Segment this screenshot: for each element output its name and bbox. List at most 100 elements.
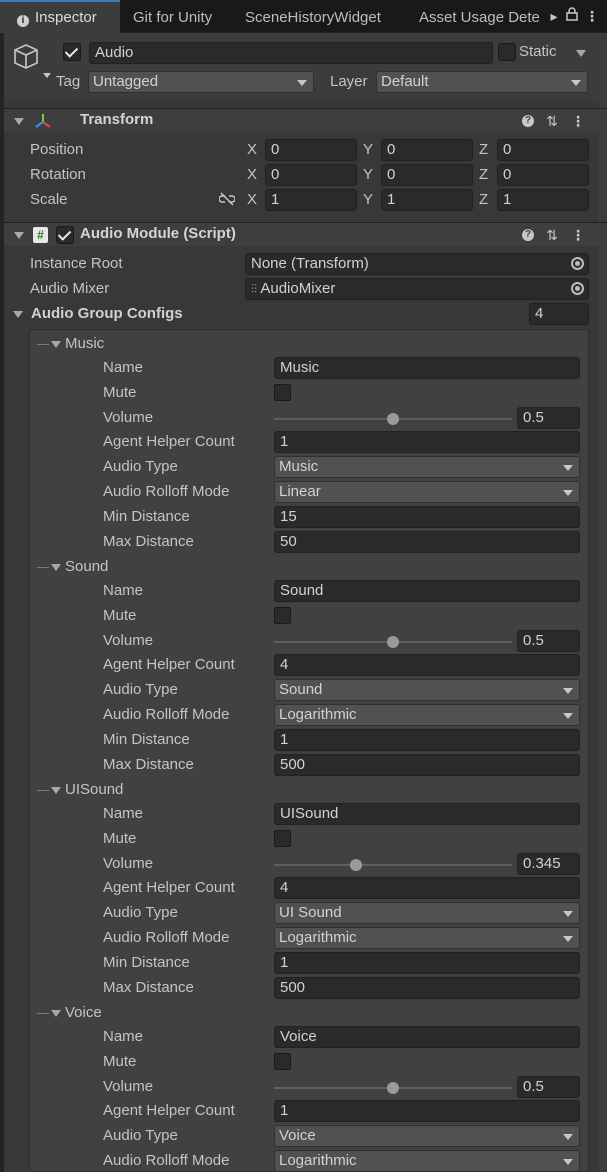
audio-module-foldout-icon[interactable] (14, 232, 24, 239)
kebab-menu-icon[interactable]: ⋮ (584, 7, 600, 25)
helper-field[interactable]: 4 (274, 877, 580, 899)
object-name-field[interactable]: Audio (89, 42, 493, 64)
helper-field[interactable]: 1 (274, 431, 580, 453)
transform-z-field[interactable]: 1 (497, 189, 589, 211)
transform-y-field[interactable]: 1 (381, 189, 473, 211)
group-title[interactable]: Voice (65, 1003, 102, 1023)
tag-dropdown[interactable]: Untagged (88, 71, 314, 93)
transform-row-label: Scale (30, 191, 68, 208)
volume-field[interactable]: 0.5 (517, 630, 580, 652)
context-menu-icon[interactable]: ⋮ (570, 112, 586, 130)
axis-z-label[interactable]: Z (479, 190, 488, 210)
volume-slider-knob[interactable] (387, 1082, 399, 1094)
max-field[interactable]: 500 (274, 754, 580, 776)
group-title[interactable]: Music (65, 334, 104, 354)
help-icon[interactable]: ? (522, 115, 534, 127)
group-foldout-icon[interactable] (51, 787, 61, 794)
group-foldout-icon[interactable] (51, 341, 61, 348)
mute-toggle[interactable] (274, 830, 291, 847)
tab-scene-history-widget[interactable]: SceneHistoryWidget (245, 0, 405, 33)
volume-slider-knob[interactable] (387, 413, 399, 425)
axis-z-label[interactable]: Z (479, 140, 488, 160)
context-menu-icon[interactable]: ⋮ (570, 226, 586, 244)
tab-asset-usage[interactable]: Asset Usage Dete (419, 0, 545, 33)
name-field[interactable]: Sound (274, 580, 580, 602)
group-handle-icon[interactable] (37, 790, 49, 791)
static-toggle[interactable] (498, 43, 516, 61)
object-picker-icon[interactable] (571, 282, 584, 295)
max-field[interactable]: 500 (274, 977, 580, 999)
presets-icon[interactable]: ⇅ (544, 112, 560, 130)
gameobject-cube-icon[interactable] (14, 41, 52, 81)
transform-y-field[interactable]: 0 (381, 139, 473, 161)
transform-z-field[interactable]: 0 (497, 164, 589, 186)
rolloff-dropdown[interactable]: Logarithmic (274, 704, 580, 726)
min-field[interactable]: 1 (274, 952, 580, 974)
presets-icon[interactable]: ⇅ (544, 226, 560, 244)
mute-toggle[interactable] (274, 384, 291, 401)
rolloff-dropdown[interactable]: Logarithmic (274, 1150, 580, 1172)
axis-y-label[interactable]: Y (363, 165, 373, 185)
transform-foldout-icon[interactable] (14, 118, 24, 125)
transform-x-field[interactable]: 0 (265, 164, 357, 186)
rolloff-dropdown[interactable]: Linear (274, 481, 580, 503)
audio-group-configs-foldout-icon[interactable] (13, 311, 23, 318)
lock-icon[interactable] (564, 7, 580, 25)
helper-field[interactable]: 4 (274, 654, 580, 676)
rolloff-dropdown[interactable]: Logarithmic (274, 927, 580, 949)
group-foldout-icon[interactable] (51, 564, 61, 571)
group-handle-icon[interactable] (37, 344, 49, 345)
type-dropdown[interactable]: Sound (274, 679, 580, 701)
static-dropdown-icon[interactable] (576, 50, 586, 57)
volume-field[interactable]: 0.5 (517, 407, 580, 429)
axis-x-label[interactable]: X (247, 190, 257, 210)
transform-z-field[interactable]: 0 (497, 139, 589, 161)
group-handle-icon[interactable] (37, 567, 49, 568)
constrain-proportions-icon[interactable] (218, 192, 236, 210)
group-title[interactable]: Sound (65, 557, 108, 577)
group-title[interactable]: UISound (65, 780, 123, 800)
name-field[interactable]: Music (274, 357, 580, 379)
group-handle-icon[interactable] (37, 1013, 49, 1014)
tab-git-for-unity[interactable]: Git for Unity (133, 0, 233, 33)
mute-toggle[interactable] (274, 607, 291, 624)
min-field[interactable]: 15 (274, 506, 580, 528)
transform-header[interactable]: Transform ? ⇅ ⋮ (4, 108, 607, 132)
audio-module-enabled-toggle[interactable] (56, 226, 74, 244)
volume-field[interactable]: 0.5 (517, 1076, 580, 1098)
volume-slider-knob[interactable] (350, 859, 363, 871)
type-dropdown[interactable]: UI Sound (274, 902, 580, 924)
volume-field[interactable]: 0.345 (517, 853, 580, 875)
tab-scroll-right-icon[interactable]: ▸ (546, 7, 562, 25)
axis-x-label[interactable]: X (247, 165, 257, 185)
instance-root-field[interactable]: None (Transform) (245, 253, 589, 275)
min-field[interactable]: 1 (274, 729, 580, 751)
audio-group-configs-size[interactable]: 4 (529, 303, 589, 325)
audio-mixer-field[interactable]: ⫶⫶ AudioMixer (245, 278, 589, 300)
helper-field[interactable]: 1 (274, 1100, 580, 1122)
tab-inspector[interactable]: i Inspector (0, 0, 120, 33)
transform-y-field[interactable]: 0 (381, 164, 473, 186)
volume-slider-knob[interactable] (387, 636, 399, 648)
axis-x-label[interactable]: X (247, 140, 257, 160)
layer-dropdown[interactable]: Default (376, 71, 588, 93)
type-dropdown[interactable]: Music (274, 456, 580, 478)
max-field[interactable]: 50 (274, 531, 580, 553)
audio-module-header[interactable]: # Audio Module (Script) ? ⇅ ⋮ (4, 222, 607, 246)
scrollbar[interactable] (598, 33, 607, 1172)
name-field[interactable]: Voice (274, 1026, 580, 1048)
transform-x-field[interactable]: 0 (265, 139, 357, 161)
axis-z-label[interactable]: Z (479, 165, 488, 185)
tag-value: Untagged (93, 73, 159, 90)
volume-slider-track[interactable] (274, 864, 512, 866)
help-icon[interactable]: ? (522, 229, 534, 241)
active-toggle[interactable] (63, 43, 81, 61)
axis-y-label[interactable]: Y (363, 140, 373, 160)
axis-y-label[interactable]: Y (363, 190, 373, 210)
mute-toggle[interactable] (274, 1053, 291, 1070)
group-foldout-icon[interactable] (51, 1010, 61, 1017)
object-picker-icon[interactable] (571, 257, 584, 270)
type-dropdown[interactable]: Voice (274, 1125, 580, 1147)
name-field[interactable]: UISound (274, 803, 580, 825)
transform-x-field[interactable]: 1 (265, 189, 357, 211)
